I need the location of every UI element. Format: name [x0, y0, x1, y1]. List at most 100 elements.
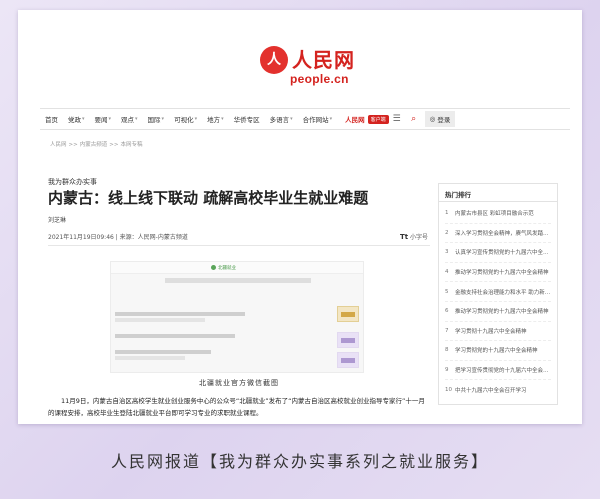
chevron-down-icon: ▾: [161, 116, 165, 122]
ranking-item[interactable]: 2 深入学习贯彻全会精神，赓气风发踏上新征程: [445, 224, 551, 244]
embedded-thumbnail: [337, 332, 359, 348]
nav-item-label: 要闻: [94, 116, 108, 124]
nav-item[interactable]: 党政 ▾: [63, 114, 90, 124]
nav-item-label: 地方: [207, 116, 221, 124]
ranking-number: 2: [445, 229, 449, 236]
font-size-icon: Tt: [399, 233, 409, 241]
ranking-number: 3: [445, 249, 449, 256]
logo-text-en: people.cn: [290, 72, 349, 86]
breadcrumb-link[interactable]: 内蒙古频道: [80, 142, 108, 148]
report-banner: 人民网报道【我为群众办实事系列之就业服务】: [110, 452, 489, 471]
ranking-item[interactable]: 6 推动学习贯彻党的十九届六中全会精神: [445, 302, 551, 322]
hot-ranking-title: 热门排行: [439, 184, 557, 202]
chevron-down-icon: ▾: [135, 116, 138, 122]
ranking-number: 10: [445, 387, 452, 394]
nav-item[interactable]: 合作网站 ▾: [298, 114, 338, 124]
embedded-subtitle-bar: [165, 278, 311, 283]
ranking-item[interactable]: 4 推动学习贯彻党的十九届六中全会精神: [445, 263, 551, 283]
chevron-down-icon: ▾: [290, 116, 293, 122]
ranking-number: 5: [445, 288, 449, 295]
article-author: 刘芝琳: [48, 217, 67, 224]
ranking-number: 8: [445, 347, 449, 354]
chevron-down-icon: ▾: [329, 116, 333, 122]
nav-item[interactable]: 观点 ▾: [116, 114, 143, 124]
ranking-item[interactable]: 7 学习贯彻十九届六中全会精神: [445, 322, 551, 342]
chevron-down-icon: ▾: [194, 116, 198, 122]
nav-item-label: 华侨专区: [233, 116, 260, 124]
hot-ranking-panel: 热门排行 1 内蒙古市县区 彩虹项目融合示范 2 深入学习贯彻全会精神，赓气风发踏上新…: [438, 183, 558, 405]
people-cn-logo[interactable]: 人 人民网 people.cn: [260, 44, 370, 92]
article-title: 内蒙古：线上线下联动 疏解高校毕业生就业难题: [48, 189, 369, 207]
ranking-title: 推动学习贯彻党的十九届六中全会精神: [455, 270, 549, 277]
nav-item-label: 首页: [45, 116, 58, 124]
nav-item[interactable]: 多语言 ▾: [265, 114, 298, 124]
embedded-screenshot: 北疆就业: [110, 261, 364, 373]
embedded-top-bar: [111, 262, 363, 274]
breadcrumb-link[interactable]: 本网专稿: [120, 142, 142, 148]
embedded-thumbnail: [337, 306, 359, 322]
ranking-item[interactable]: 5 金融支持社会治理能力和水平 助力新发展: [445, 282, 551, 302]
article-body: 11月9日，内蒙古自治区高校学生就业创业服务中心的公众号“北疆就业”发布了“内蒙…: [48, 397, 425, 417]
ranking-item[interactable]: 10 中共十九届六中全会召开学习: [445, 380, 551, 400]
webpage-screenshot: 人 人民网 people.cn 首页 党政 ▾ 要闻 ▾ 观点 ▾ 国际 ▾ 可视化 ▾ 地方 ▾ 华侨专…: [18, 10, 582, 424]
ranking-item[interactable]: 3 认真学习宣传贯彻党的十九届六中全会精神: [445, 243, 551, 263]
search-icon[interactable]: ⌕: [405, 114, 423, 124]
ranking-title: 把学习宣传贯彻党的十九届六中全会精神: [455, 368, 551, 375]
nav-item[interactable]: 国际 ▾: [143, 114, 170, 124]
embedded-row: [115, 334, 235, 338]
chevron-down-icon: ▾: [82, 116, 85, 122]
client-badge: 客户端: [367, 114, 389, 124]
embedded-row: [115, 356, 185, 360]
embedded-row: [115, 312, 245, 316]
hot-ranking-list: 1 内蒙古市县区 彩虹项目融合示范 2 深入学习贯彻全会精神，赓气风发踏上新征程 3 认真…: [439, 202, 557, 402]
ranking-title: 认真学习宣传贯彻党的十九届六中全会精神: [455, 250, 551, 257]
logo-mark: 人: [260, 46, 288, 74]
nav-item[interactable]: 首页: [40, 114, 63, 124]
ranking-item[interactable]: 9 把学习宣传贯彻党的十九届六中全会精神: [445, 361, 551, 381]
breadcrumb-separator: >>: [109, 142, 119, 148]
nav-item[interactable]: 可视化 ▾: [169, 114, 202, 124]
article-meta: 2021年11月19日09:46 | 来源：人民网-内蒙古频道 Tt 小字号: [48, 232, 430, 246]
nav-item[interactable]: 要闻 ▾: [90, 114, 117, 124]
ranking-title: 推动学习贯彻党的十九届六中全会精神: [455, 309, 549, 316]
main-nav: 首页 党政 ▾ 要闻 ▾ 观点 ▾ 国际 ▾ 可视化 ▾ 地方 ▾ 华侨专区 多语言 ▾ 合作网站 ▾ 人民网 客户端…: [40, 108, 570, 130]
embedded-header: 北疆就业: [211, 265, 236, 271]
ranking-item[interactable]: 8 学习贯彻党的十九届六中全会精神: [445, 341, 551, 361]
article-date-source: 2021年11月19日09:46 | 来源：人民网-内蒙古频道: [48, 234, 188, 241]
nav-item-label: 党政: [68, 116, 81, 124]
ranking-item[interactable]: 1 内蒙古市县区 彩虹项目融合示范: [445, 204, 551, 224]
ranking-title: 学习贯彻十九届六中全会精神: [455, 328, 527, 335]
nav-item[interactable]: 地方 ▾: [202, 114, 229, 124]
image-caption: 北疆就业官方微信截图: [199, 379, 279, 387]
menu-icon[interactable]: ☰: [389, 114, 405, 124]
article-kicker[interactable]: 我为群众办实事: [48, 177, 97, 187]
ranking-number: 1: [445, 210, 449, 217]
logo-text-cn: 人民网: [292, 48, 355, 72]
nav-item-label: 多语言: [269, 116, 290, 124]
font-size-label: 小字号: [409, 234, 428, 241]
nav-item-label: 国际: [147, 116, 161, 124]
app-download-link[interactable]: 人民网 客户端: [345, 114, 389, 124]
breadcrumb-separator: >>: [68, 142, 78, 148]
breadcrumb-link[interactable]: 人民网: [50, 142, 67, 148]
nav-item-label: 可视化: [174, 116, 194, 124]
user-icon: ◎: [429, 115, 436, 123]
ranking-title: 金融支持社会治理能力和水平 助力新发展: [455, 289, 551, 296]
nav-item-label: 观点: [121, 116, 135, 124]
ranking-title: 深入学习贯彻全会精神，赓气风发踏上新征程: [455, 230, 551, 237]
ranking-title: 内蒙古市县区 彩虹项目融合示范: [455, 211, 534, 218]
embedded-row: [115, 318, 205, 322]
chevron-down-icon: ▾: [108, 116, 112, 122]
embedded-row: [115, 350, 211, 354]
ranking-number: 4: [445, 269, 449, 276]
login-label: 登录: [437, 116, 451, 124]
brand-label: 人民网: [345, 116, 365, 124]
ranking-title: 学习贯彻党的十九届六中全会精神: [455, 348, 538, 355]
embedded-thumbnail: [337, 352, 359, 368]
login-button[interactable]: ◎ 登录: [424, 111, 456, 127]
nav-item-label: 合作网站: [302, 116, 329, 124]
breadcrumb: 人民网 >> 内蒙古频道 >> 本网专稿: [50, 140, 144, 148]
font-size-toggle[interactable]: Tt 小字号: [400, 232, 428, 241]
chevron-down-icon: ▾: [221, 116, 224, 122]
nav-item[interactable]: 华侨专区: [229, 114, 265, 124]
